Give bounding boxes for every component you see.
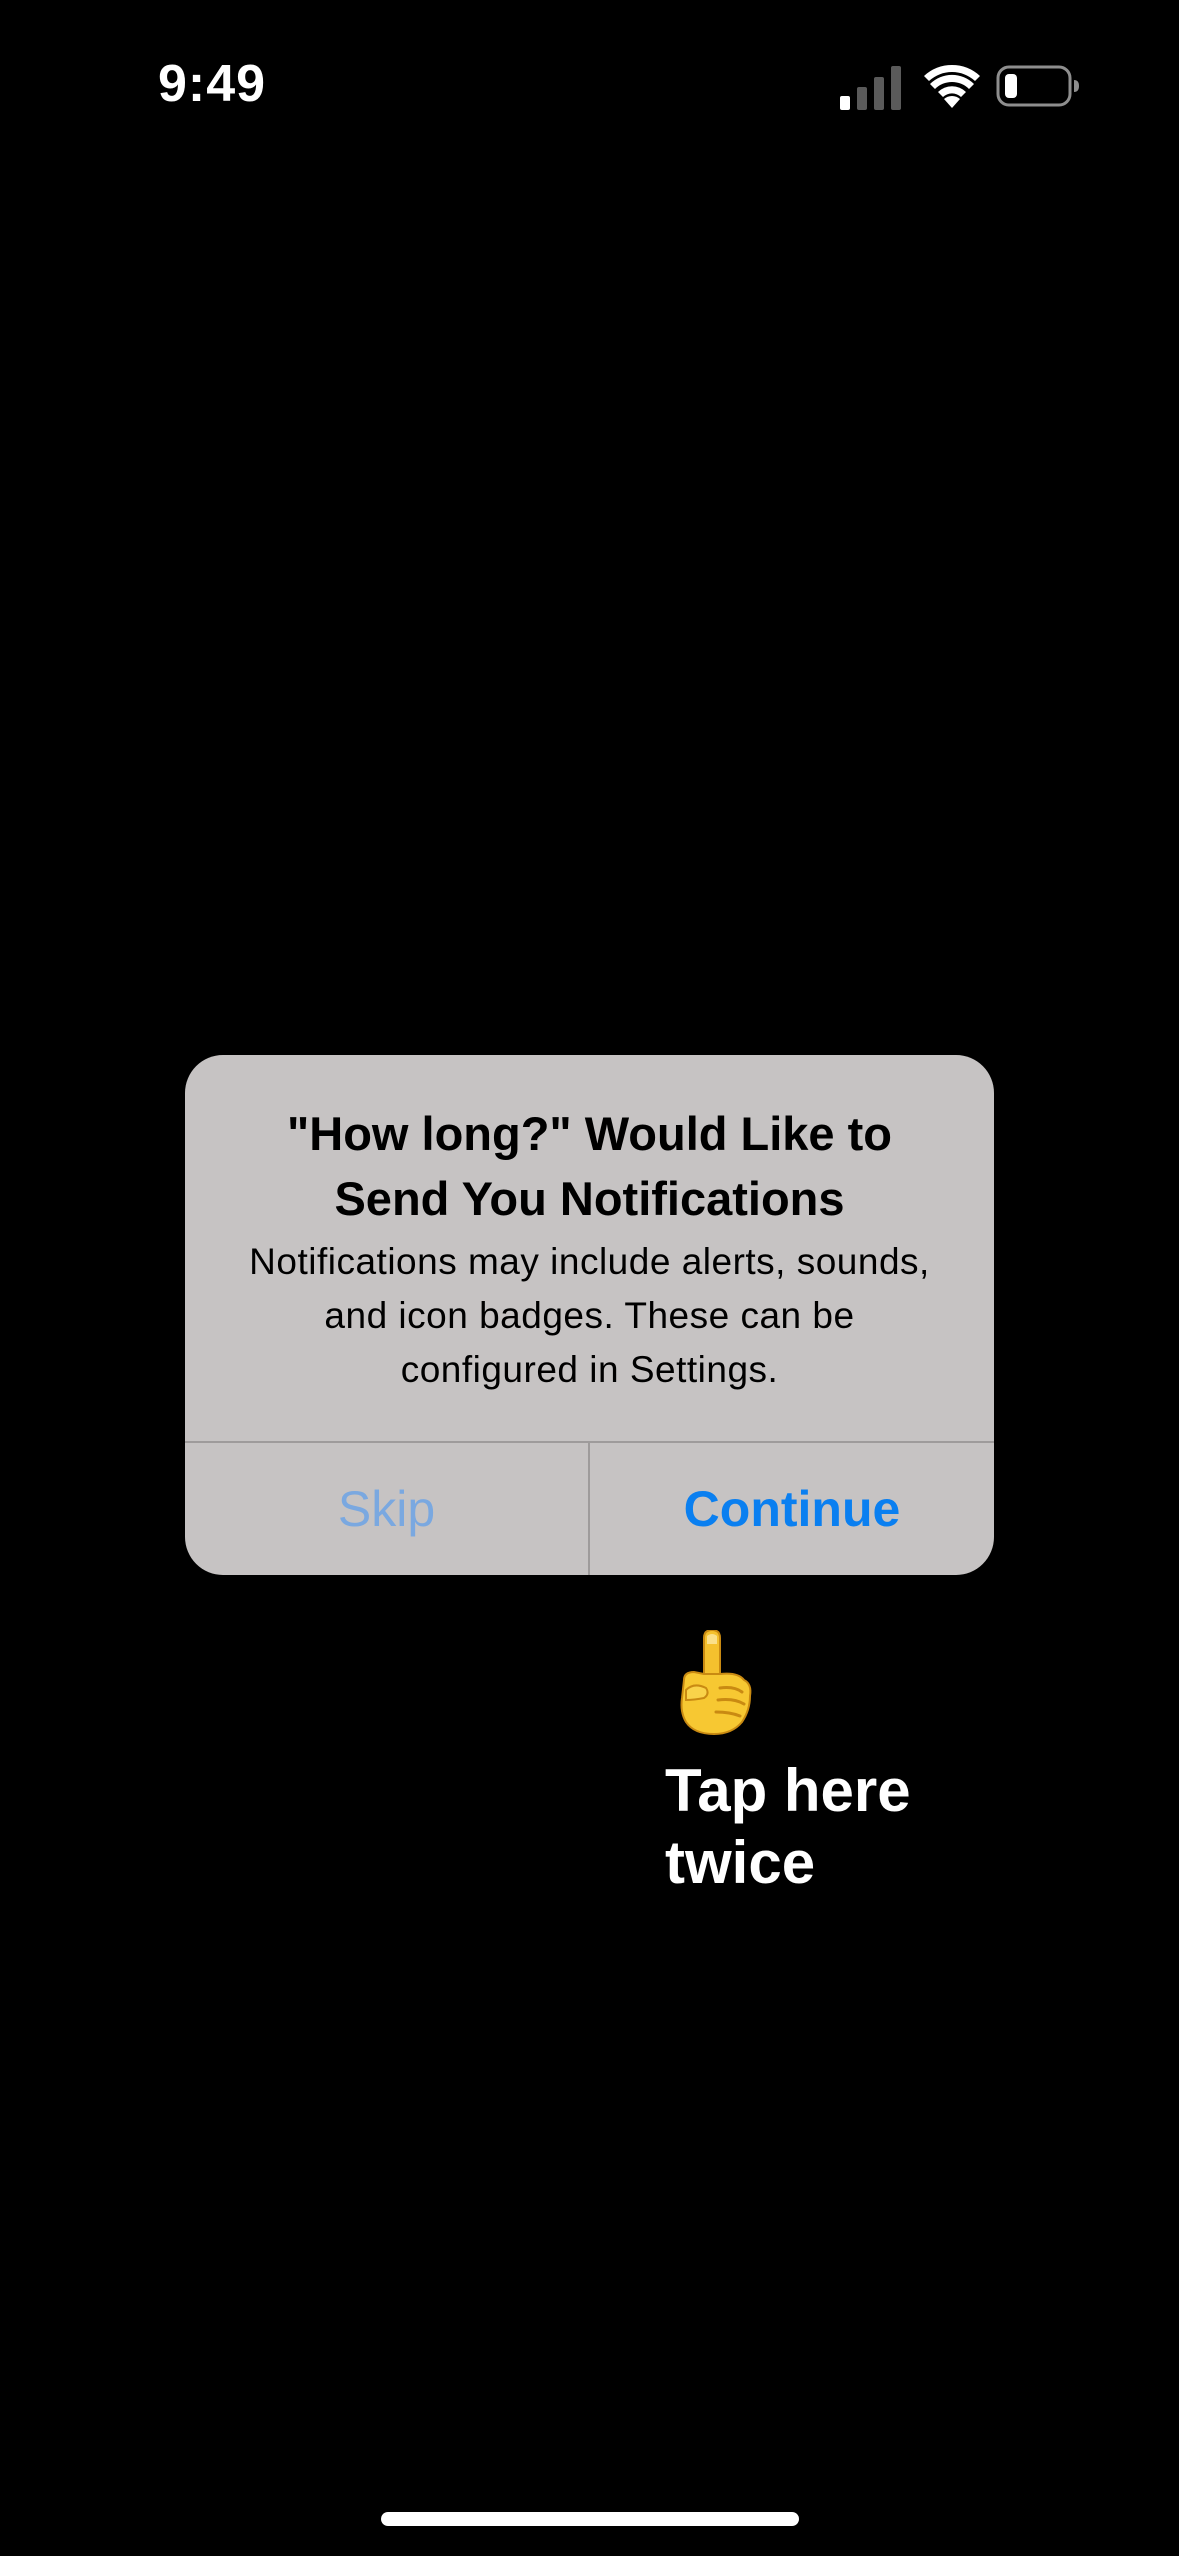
tap-hint-text: Tap here twice (665, 1757, 911, 1896)
home-indicator[interactable] (381, 2512, 799, 2526)
notification-permission-alert: "How long?" Would Like to Send You Notif… (185, 1055, 994, 1575)
alert-title: "How long?" Would Like to Send You Notif… (286, 1107, 892, 1225)
signal-icon (840, 66, 901, 110)
status-icons (840, 60, 1080, 116)
pointing-finger-icon (680, 1630, 752, 1736)
skip-button[interactable]: Skip (185, 1443, 588, 1575)
continue-button[interactable]: Continue (590, 1443, 994, 1575)
wifi-icon (924, 64, 980, 108)
status-bar: 9:49 (0, 0, 1179, 150)
alert-body: "How long?" Would Like to Send You Notif… (185, 1055, 994, 1441)
battery-icon (996, 65, 1079, 107)
alert-message: Notifications may include alerts, sounds… (249, 1241, 930, 1390)
status-time: 9:49 (158, 55, 267, 113)
